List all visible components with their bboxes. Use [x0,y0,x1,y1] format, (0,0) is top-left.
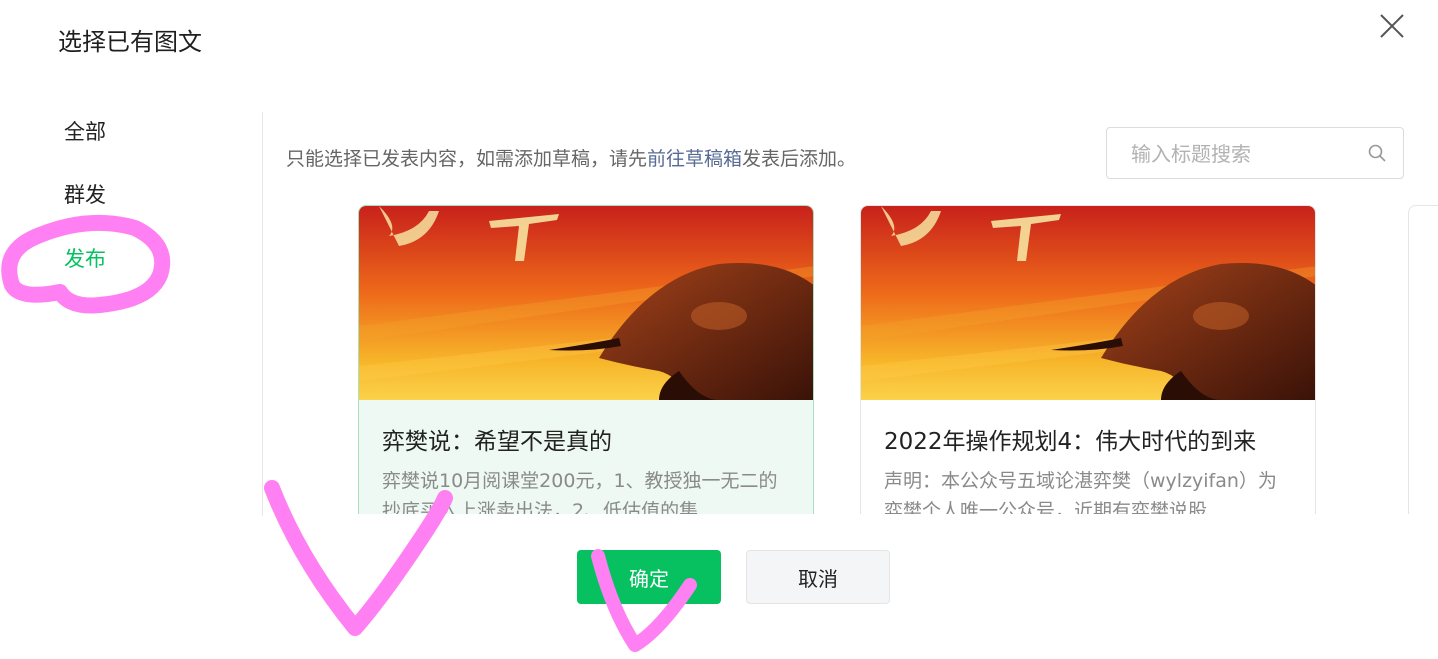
confirm-button[interactable]: 确定 [577,550,721,604]
drafts-link[interactable]: 前往草稿箱 [647,148,742,170]
article-cover-image [861,206,1315,400]
article-title: 2022年操作规划4：伟大时代的到来 [884,429,1257,455]
article-list: 弈樊说：希望不是真的 弈樊说10月阅课堂200元，1、教授独一无二的抄底买入上涨… [264,200,1438,514]
notice-suffix: 发表后添加。 [742,148,857,170]
article-card[interactable]: 弈樊说：希望不是真的 弈樊说10月阅课堂200元，1、教授独一无二的抄底买入上涨… [358,205,814,514]
sidebar-item-publish[interactable]: 发布 [64,243,106,273]
search-icon[interactable] [1367,143,1387,163]
article-summary: 弈樊说10月阅课堂200元，1、教授独一无二的抄底买入上涨卖出法，2、低估值的集 [382,470,778,514]
dialog-title: 选择已有图文 [58,28,202,56]
article-cover-image [359,206,813,400]
category-sidebar: 全部 群发 发布 [0,96,262,516]
article-card-partial[interactable] [1408,205,1438,514]
close-button[interactable] [1372,6,1412,46]
close-icon [1380,14,1404,38]
search-box [1106,127,1404,180]
article-card[interactable]: 2022年操作规划4：伟大时代的到来 声明：本公众号五域论湛弈樊（wylzyif… [860,205,1316,514]
article-summary: 声明：本公众号五域论湛弈樊（wylzyifan）为弈樊个人唯一公众号，近期有弈樊… [884,470,1277,514]
search-input[interactable] [1129,128,1363,180]
sidebar-item-mass-send[interactable]: 群发 [64,179,106,209]
notice-prefix: 只能选择已发表内容，如需添加草稿，请先 [286,148,648,170]
article-title: 弈樊说：希望不是真的 [382,429,612,455]
notice-text: 只能选择已发表内容，如需添加草稿，请先前往草稿箱发表后添加。 [286,144,856,171]
sidebar-item-all[interactable]: 全部 [64,116,106,146]
cancel-button[interactable]: 取消 [746,550,890,604]
sidebar-divider [262,112,263,516]
